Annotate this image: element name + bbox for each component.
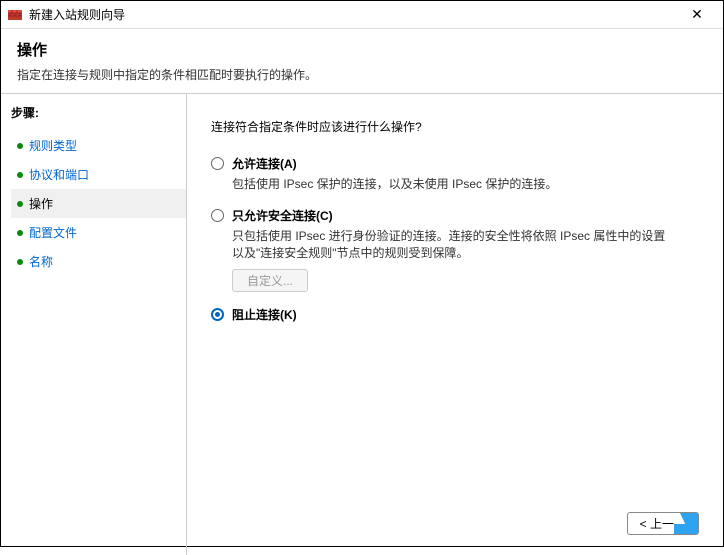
radio-icon xyxy=(211,209,224,222)
back-button[interactable]: < 上一 xyxy=(627,512,699,535)
option-allow: 允许连接(A) 包括使用 IPsec 保护的连接，以及未使用 IPsec 保护的… xyxy=(211,155,699,193)
steps-sidebar: 步骤: 规则类型 协议和端口 操作 配置文件 名称 xyxy=(1,94,187,555)
steps-heading: 步骤: xyxy=(11,104,186,121)
back-button-label: < 上一 xyxy=(640,517,674,531)
radio-icon xyxy=(211,157,224,170)
radio-allow-connection[interactable]: 允许连接(A) xyxy=(211,155,699,172)
titlebar: 新建入站规则向导 ✕ xyxy=(1,1,723,29)
step-rule-type[interactable]: 规则类型 xyxy=(11,131,186,160)
wizard-header: 操作 指定在连接与规则中指定的条件相匹配时要执行的操作。 xyxy=(1,29,723,94)
firewall-icon xyxy=(7,7,23,23)
step-label: 操作 xyxy=(29,195,53,212)
option-label: 只允许安全连接(C) xyxy=(232,207,333,224)
bullet-icon xyxy=(17,259,23,265)
radio-icon-selected xyxy=(211,308,224,321)
step-protocol-ports[interactable]: 协议和端口 xyxy=(11,160,186,189)
step-label: 名称 xyxy=(29,253,53,270)
bullet-icon xyxy=(17,230,23,236)
customize-button: 自定义... xyxy=(232,269,308,292)
option-allow-secure: 只允许安全连接(C) 只包括使用 IPsec 进行身份验证的连接。连接的安全性将… xyxy=(211,207,699,293)
step-name[interactable]: 名称 xyxy=(11,247,186,276)
cursor-overlay-icon xyxy=(674,512,699,535)
step-label: 规则类型 xyxy=(29,137,77,154)
close-button[interactable]: ✕ xyxy=(677,6,717,23)
step-label: 配置文件 xyxy=(29,224,77,241)
bullet-icon xyxy=(17,201,23,207)
bullet-icon xyxy=(17,172,23,178)
wizard-footer: < 上一 xyxy=(211,512,699,545)
step-action[interactable]: 操作 xyxy=(11,189,186,218)
wizard-content: 连接符合指定条件时应该进行什么操作? 允许连接(A) 包括使用 IPsec 保护… xyxy=(187,94,723,555)
option-block: 阻止连接(K) xyxy=(211,306,699,327)
option-label: 允许连接(A) xyxy=(232,155,297,172)
option-label: 阻止连接(K) xyxy=(232,306,297,323)
page-title: 操作 xyxy=(17,39,707,60)
question-text: 连接符合指定条件时应该进行什么操作? xyxy=(211,118,699,135)
bullet-icon xyxy=(17,143,23,149)
radio-block-connection[interactable]: 阻止连接(K) xyxy=(211,306,699,323)
step-profile[interactable]: 配置文件 xyxy=(11,218,186,247)
page-subtitle: 指定在连接与规则中指定的条件相匹配时要执行的操作。 xyxy=(17,66,707,83)
step-label: 协议和端口 xyxy=(29,166,89,183)
radio-allow-secure-connection[interactable]: 只允许安全连接(C) xyxy=(211,207,699,224)
option-description: 只包括使用 IPsec 进行身份验证的连接。连接的安全性将依照 IPsec 属性… xyxy=(232,228,672,262)
window-title: 新建入站规则向导 xyxy=(29,6,677,23)
option-description: 包括使用 IPsec 保护的连接，以及未使用 IPsec 保护的连接。 xyxy=(232,176,672,193)
